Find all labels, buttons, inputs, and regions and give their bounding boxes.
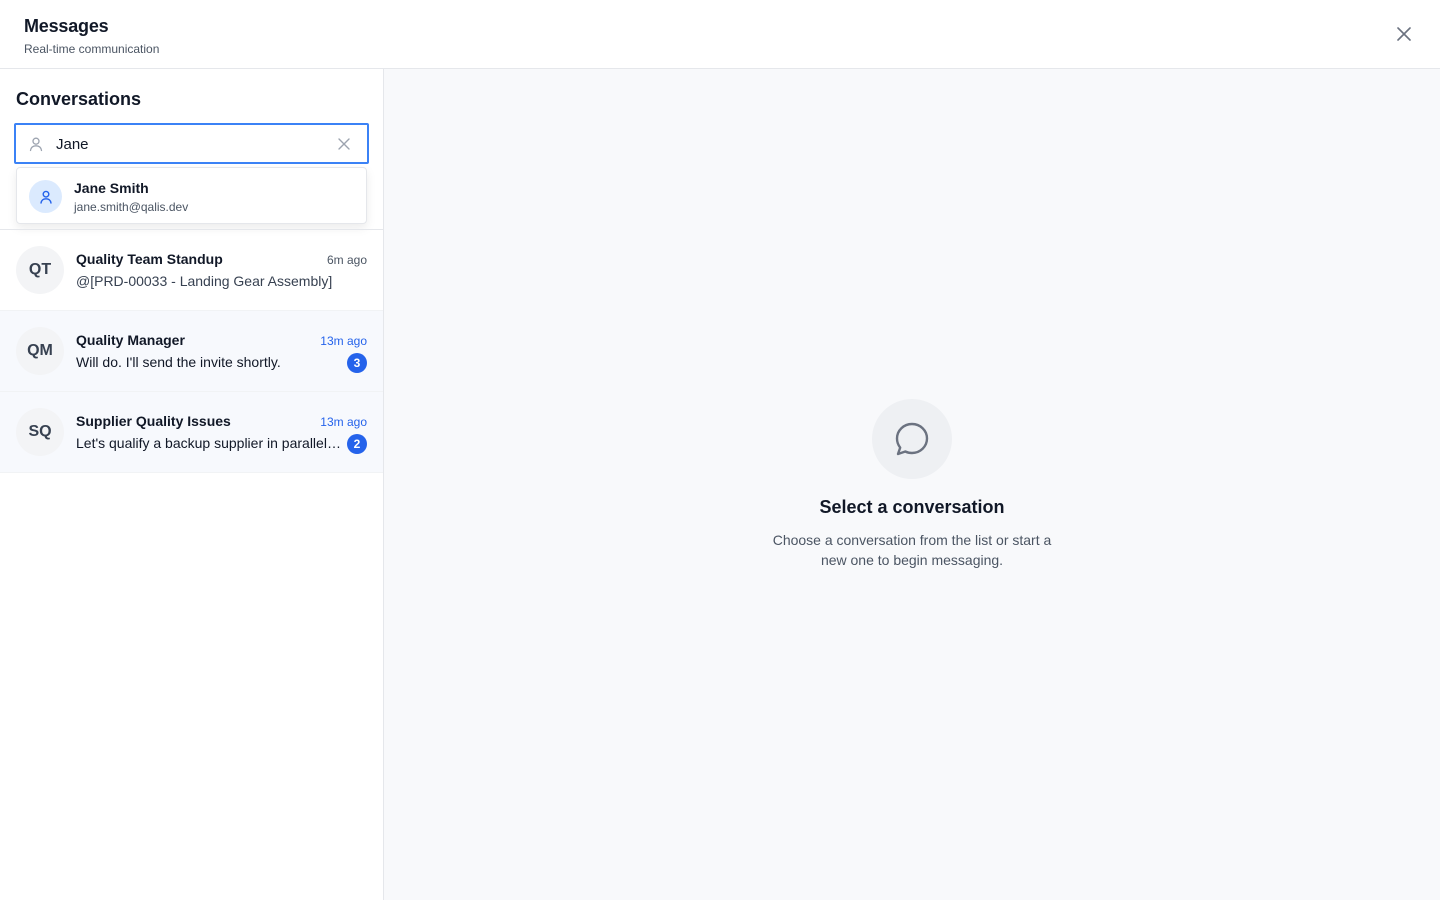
message-circle-icon <box>895 422 929 456</box>
conversation-panel: Select a conversation Choose a conversat… <box>384 69 1440 900</box>
empty-state-description: Choose a conversation from the list or s… <box>772 532 1052 568</box>
conversation-name: Quality Manager <box>76 332 185 348</box>
unread-badge: 2 <box>347 434 367 454</box>
empty-state-title: Select a conversation <box>819 497 1005 517</box>
unread-badge: 3 <box>347 353 367 373</box>
conversation-preview: Will do. I'll send the invite shortly. <box>76 354 281 370</box>
avatar: SQ <box>16 408 64 456</box>
avatar <box>29 180 62 213</box>
close-icon <box>1397 27 1411 41</box>
user-search-box[interactable] <box>14 123 369 164</box>
page-title: Messages <box>24 16 109 36</box>
clear-icon[interactable] <box>337 137 351 151</box>
conversation-item[interactable]: QM Quality Manager 13m ago Will do. I'll… <box>0 311 383 392</box>
suggestion-email: jane.smith@qalis.dev <box>74 200 189 214</box>
user-icon <box>39 190 52 204</box>
conversations-sidebar: Conversations Jane Smith jane.smith@qali… <box>0 69 384 900</box>
search-input[interactable] <box>56 133 316 155</box>
user-icon <box>29 137 43 152</box>
conversation-time: 13m ago <box>320 415 367 429</box>
conversation-time: 13m ago <box>320 334 367 348</box>
conversation-name: Supplier Quality Issues <box>76 413 231 429</box>
page-subtitle: Real-time communication <box>24 42 160 56</box>
conversation-preview: Let's qualify a backup supplier in paral… <box>76 435 341 451</box>
conversation-item[interactable]: SQ Supplier Quality Issues 13m ago Let's… <box>0 392 383 473</box>
close-button[interactable] <box>1394 24 1414 44</box>
conversation-name: Quality Team Standup <box>76 251 223 267</box>
suggestion-name: Jane Smith <box>74 180 149 196</box>
sidebar-heading: Conversations <box>16 89 142 109</box>
user-suggestion-item[interactable]: Jane Smith jane.smith@qalis.dev <box>16 167 367 224</box>
conversation-time: 6m ago <box>326 253 367 267</box>
app-header: Messages Real-time communication <box>0 0 1440 69</box>
avatar: QT <box>16 246 64 294</box>
conversation-preview: @[PRD-00033 - Landing Gear Assembly] <box>76 273 333 289</box>
empty-state-icon-wrapper <box>872 399 952 479</box>
avatar: QM <box>16 327 64 375</box>
conversation-item[interactable]: QT Quality Team Standup 6m ago @[PRD-000… <box>0 230 383 311</box>
